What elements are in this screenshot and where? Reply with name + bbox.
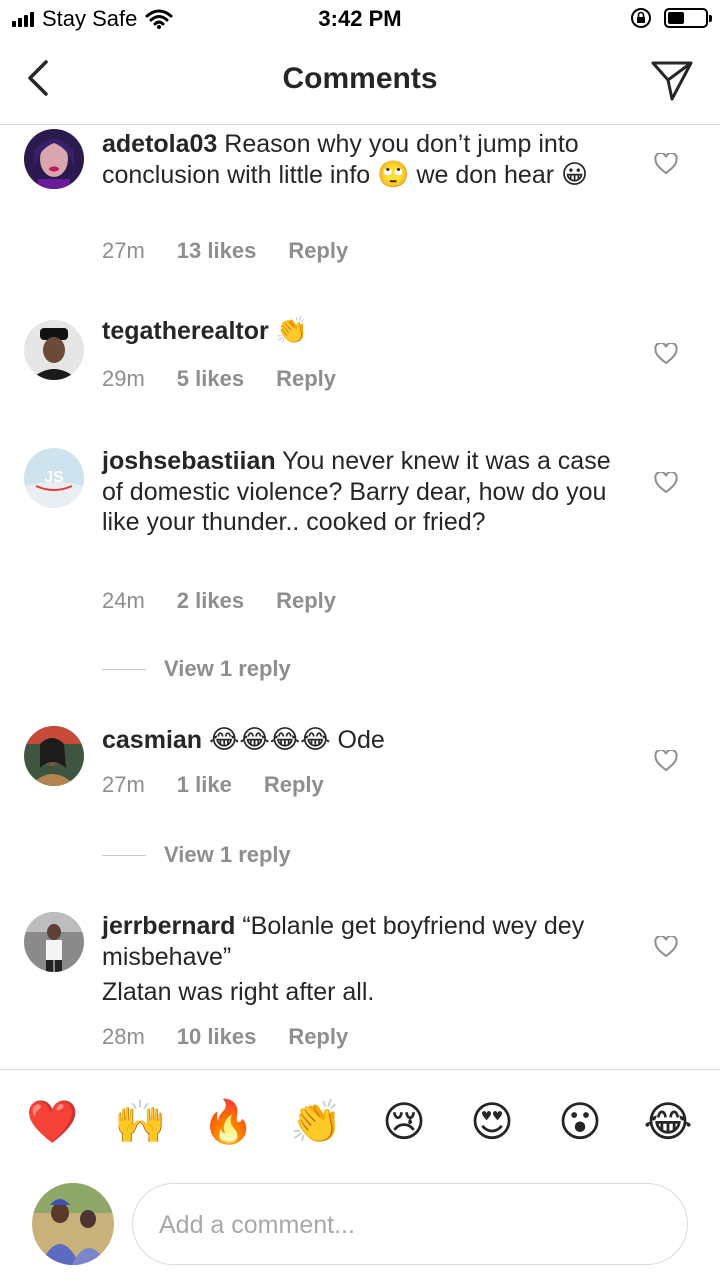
reply-button[interactable]: Reply	[276, 588, 336, 614]
reply-button[interactable]: Reply	[276, 366, 336, 392]
comment-time: 27m	[102, 772, 145, 797]
comment-item: tegatherealtor 👏 29m 5 likes Reply	[0, 310, 720, 420]
comment-body-line2: Zlatan was right after all.	[102, 978, 375, 1006]
comment-item: adetola03 Reason why you don’t jump into…	[0, 124, 720, 284]
like-heart-icon[interactable]	[654, 750, 678, 772]
comment-likes[interactable]: 1 like	[177, 772, 232, 798]
comment-likes[interactable]: 10 likes	[177, 1024, 257, 1050]
surprised-emoji-button[interactable]: 😮	[554, 1096, 606, 1148]
view-replies-label: View 1 reply	[164, 842, 291, 867]
reply-button[interactable]: Reply	[288, 1024, 348, 1050]
raised-hands-emoji-button[interactable]: 🙌	[114, 1096, 166, 1148]
comment-username[interactable]: tegatherealtor	[102, 317, 269, 345]
comment-time: 28m	[102, 1024, 145, 1049]
avatar[interactable]	[24, 726, 84, 786]
view-replies-label: View 1 reply	[164, 656, 291, 681]
comment-likes[interactable]: 5 likes	[177, 366, 244, 392]
heart-emoji-button[interactable]: ❤️	[26, 1096, 78, 1148]
comment-meta: 29m 5 likes Reply	[102, 366, 368, 392]
send-icon[interactable]	[650, 58, 694, 102]
crying-emoji-button[interactable]: 😢	[378, 1096, 430, 1148]
quick-reaction-bar: ❤️ 🙌 🔥 👏 😢 😍 😮 😂	[0, 1096, 720, 1148]
laughing-emoji: 😂😂😂😂	[209, 725, 331, 755]
header: Comments	[0, 40, 720, 125]
comment-body: Ode	[330, 726, 385, 754]
comment-text: adetola03 Reason why you don’t jump into…	[102, 129, 622, 190]
grin-emoji: 😀	[561, 159, 589, 190]
comment-text: jerrbernard “Bolanle get boyfriend wey d…	[102, 911, 622, 1008]
comment-time: 27m	[102, 238, 145, 263]
laughing-emoji-button[interactable]: 😂	[642, 1096, 694, 1148]
avatar[interactable]	[24, 129, 84, 189]
comment-input-container[interactable]	[132, 1183, 688, 1266]
comment-username[interactable]: joshsebastiian	[102, 447, 276, 475]
comment-text: casmian 😂😂😂😂 Ode	[102, 725, 622, 756]
avatar[interactable]	[24, 320, 84, 380]
reply-divider-line	[102, 854, 146, 856]
comment-username[interactable]: casmian	[102, 726, 202, 754]
view-replies-button[interactable]: View 1 reply	[102, 842, 291, 868]
status-time: 3:42 PM	[318, 6, 402, 31]
like-heart-icon[interactable]	[654, 472, 678, 494]
like-heart-icon[interactable]	[654, 936, 678, 958]
comment-likes[interactable]: 13 likes	[177, 238, 257, 264]
comment-text: tegatherealtor 👏	[102, 316, 622, 347]
comment-meta: 27m 1 like Reply	[102, 772, 356, 798]
view-replies-button[interactable]: View 1 reply	[102, 656, 291, 682]
comment-meta: 27m 13 likes Reply	[102, 238, 380, 264]
comment-text: joshsebastiian You never knew it was a c…	[102, 446, 622, 538]
comment-input[interactable]	[157, 1184, 661, 1266]
like-heart-icon[interactable]	[654, 153, 678, 175]
like-heart-icon[interactable]	[654, 343, 678, 365]
heart-eyes-emoji-button[interactable]: 😍	[466, 1096, 518, 1148]
comment-item: jerrbernard “Bolanle get boyfriend wey d…	[0, 910, 720, 1060]
fire-emoji-button[interactable]: 🔥	[202, 1096, 254, 1148]
comment-time: 29m	[102, 366, 145, 391]
comment-meta: 28m 10 likes Reply	[102, 1024, 380, 1050]
current-user-avatar	[32, 1183, 114, 1265]
comment-likes[interactable]: 2 likes	[177, 588, 244, 614]
eye-roll-emoji: 🙄	[377, 159, 410, 190]
battery-icon	[664, 8, 712, 28]
rotation-lock-icon	[631, 8, 651, 28]
reply-divider-line	[102, 668, 146, 670]
avatar[interactable]	[24, 912, 84, 972]
comment-body: we don hear	[409, 160, 562, 189]
comment-item: JS joshsebastiian You never knew it was …	[0, 446, 720, 686]
clap-emoji-button[interactable]: 👏	[290, 1096, 342, 1148]
status-bar: Stay Safe 3:42 PM	[0, 0, 720, 40]
avatar[interactable]: JS	[24, 448, 84, 508]
status-right	[630, 7, 712, 29]
comment-username[interactable]: jerrbernard	[102, 912, 235, 940]
svg-text:JS: JS	[44, 469, 64, 486]
reply-button[interactable]: Reply	[288, 238, 348, 264]
reply-button[interactable]: Reply	[264, 772, 324, 798]
comment-time: 24m	[102, 588, 145, 613]
divider	[0, 1069, 720, 1070]
comment-username[interactable]: adetola03	[102, 130, 217, 158]
clap-emoji: 👏	[275, 316, 309, 346]
page-title: Comments	[282, 62, 438, 95]
comment-meta: 24m 2 likes Reply	[102, 588, 368, 614]
comment-item: casmian 😂😂😂😂 Ode 27m 1 like Reply View 1…	[0, 724, 720, 884]
